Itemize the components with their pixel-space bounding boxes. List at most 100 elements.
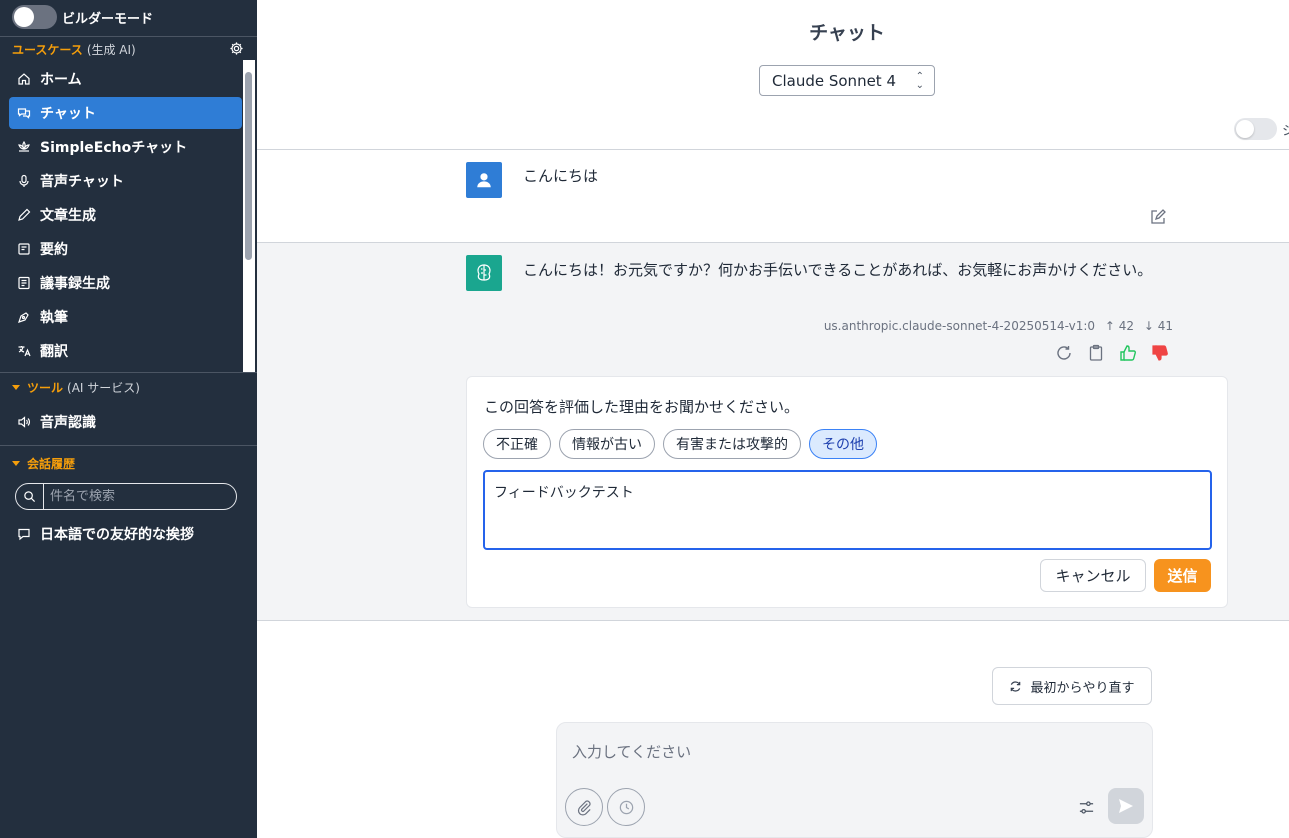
options-toggle[interactable] [1234,118,1277,140]
pen-nib-icon [17,310,31,324]
restart-label: 最初からやり直す [1030,680,1135,696]
translate-icon [17,344,31,358]
submit-button[interactable]: 送信 [1154,559,1211,592]
thumbs-up-icon[interactable] [1118,343,1138,363]
nav-list: ホーム チャット SimpleEchoチャット 音声チャット 文章生成 要約 議… [9,63,242,369]
sidebar-item-label: 翻訳 [40,344,68,360]
model-id: us.anthropic.claude-sonnet-4-20250514-v1… [823,319,1096,333]
chat-input-box [556,722,1153,838]
sidebar-item-label: SimpleEchoチャット [40,140,188,156]
thumbs-down-icon[interactable] [1150,343,1170,363]
sidebar: ビルダーモード ユースケース (生成 AI) ホーム チャット SimpleEc… [0,0,257,838]
home-icon [17,72,31,86]
message-actions [1054,343,1170,363]
assistant-message-text: こんにちは！お元気ですか？何かお手伝いできることがあれば、お気軽にお声かけくださ… [523,261,1153,279]
pencil-icon [17,208,31,222]
sidebar-item-label: 議事録生成 [40,276,110,292]
restart-button[interactable]: 最初からやり直す [992,667,1152,705]
sidebar-item-home[interactable]: ホーム [9,63,242,95]
message-meta: us.anthropic.claude-sonnet-4-20250514-v1… [817,319,1173,333]
tokens-out: ↓ 41 [1143,319,1173,333]
history-search [15,483,237,510]
retry-icon[interactable] [1054,343,1074,363]
assistant-message-row: こんにちは！お元気ですか？何かお手伝いできることがあれば、お気軽にお声かけくださ… [257,243,1289,621]
tools-section-header[interactable]: ツール (AI サービス) [12,379,140,396]
builder-mode-label: ビルダーモード [62,11,154,27]
history-button[interactable] [607,788,645,826]
caret-down-icon [12,461,20,466]
sidebar-item-translate[interactable]: 翻訳 [9,335,242,367]
builder-mode-toggle[interactable] [12,5,57,29]
sidebar-item-label: 音声チャット [40,174,124,190]
sidebar-item-label: 音声認識 [40,415,96,431]
sidebar-item-label: 執筆 [40,310,68,326]
model-select-value: Claude Sonnet 4 [772,71,896,90]
summary-icon [17,242,31,256]
feedback-textarea[interactable] [483,470,1212,550]
sidebar-item-minutes[interactable]: 議事録生成 [9,267,242,299]
usecase-section-header: ユースケース (生成 AI) [12,41,136,58]
send-icon [1119,799,1133,813]
chat-input[interactable] [572,743,1132,761]
chat-bubble-icon [18,528,30,541]
usecase-section-title: ユースケース [12,43,83,57]
caret-down-icon [12,385,20,390]
send-button[interactable] [1108,788,1144,824]
gear-icon[interactable] [229,41,244,56]
feedback-reasons: 不正確 情報が古い 有害または攻撃的 その他 [483,429,877,459]
history-section-title: 会話履歴 [27,457,76,471]
cancel-button[interactable]: キャンセル [1040,559,1146,592]
tokens-in: ↑ 42 [1104,319,1135,333]
sidebar-item-speech-recognition[interactable]: 音声認識 [17,410,96,434]
history-item-label: 日本語での友好的な挨拶 [40,527,194,543]
sidebar-item-label: ホーム [40,72,82,88]
microphone-icon [17,174,31,188]
minutes-icon [17,276,31,290]
options-toggle-label: シ [1282,124,1289,139]
settings-button[interactable] [1076,797,1096,817]
sidebar-item-chat[interactable]: チャット [9,97,242,129]
user-avatar-icon [466,162,502,198]
sidebar-item-voice-chat[interactable]: 音声チャット [9,165,242,197]
user-message-text: こんにちは [523,167,599,185]
sidebar-item-simpleecho[interactable]: SimpleEchoチャット [9,131,242,163]
lotus-icon [17,140,31,154]
divider [0,445,257,446]
user-message-row: こんにちは [257,149,1289,243]
copy-icon[interactable] [1086,343,1106,363]
sidebar-scrollbar-thumb[interactable] [245,72,252,260]
attach-button[interactable] [565,788,603,826]
chat-icon [17,106,31,120]
model-select[interactable]: Claude Sonnet 4 ⌃ ⌄ [759,65,935,96]
search-icon [16,484,44,509]
tools-section-title: ツール [27,381,64,395]
reason-chip-harmful[interactable]: 有害または攻撃的 [663,429,801,459]
history-section-header[interactable]: 会話履歴 [12,455,75,472]
speaker-icon [17,415,31,429]
edit-icon[interactable] [1149,208,1167,226]
tools-section-subtitle: (AI サービス) [67,381,140,395]
history-item[interactable]: 日本語での友好的な挨拶 [17,524,194,544]
usecase-section-subtitle: (生成 AI) [86,43,136,57]
feedback-panel: この回答を評価した理由をお聞かせください。 不正確 情報が古い 有害または攻撃的… [466,376,1228,608]
sidebar-item-label: チャット [40,106,96,122]
refresh-icon [1011,680,1021,692]
reason-chip-other[interactable]: その他 [809,429,877,459]
sidebar-item-label: 要約 [40,242,68,258]
builder-mode-row: ビルダーモード [12,5,153,29]
chevron-updown-icon: ⌃ ⌄ [915,71,924,91]
divider [0,372,257,373]
paperclip-icon [577,799,591,816]
divider [0,36,257,37]
reason-chip-inaccurate[interactable]: 不正確 [483,429,551,459]
reason-chip-outdated[interactable]: 情報が古い [559,429,655,459]
sidebar-item-writing[interactable]: 執筆 [9,301,242,333]
feedback-question: この回答を評価した理由をお聞かせください。 [484,398,800,416]
history-search-input[interactable] [44,489,224,504]
sidebar-item-summarize[interactable]: 要約 [9,233,242,265]
sliders-icon [1079,800,1093,814]
clock-icon [619,800,633,814]
sidebar-item-generate[interactable]: 文章生成 [9,199,242,231]
main-panel: チャット Claude Sonnet 4 ⌃ ⌄ シ こんにちは こんにちは！お元… [257,0,1289,838]
sidebar-item-label: 文章生成 [40,208,96,224]
